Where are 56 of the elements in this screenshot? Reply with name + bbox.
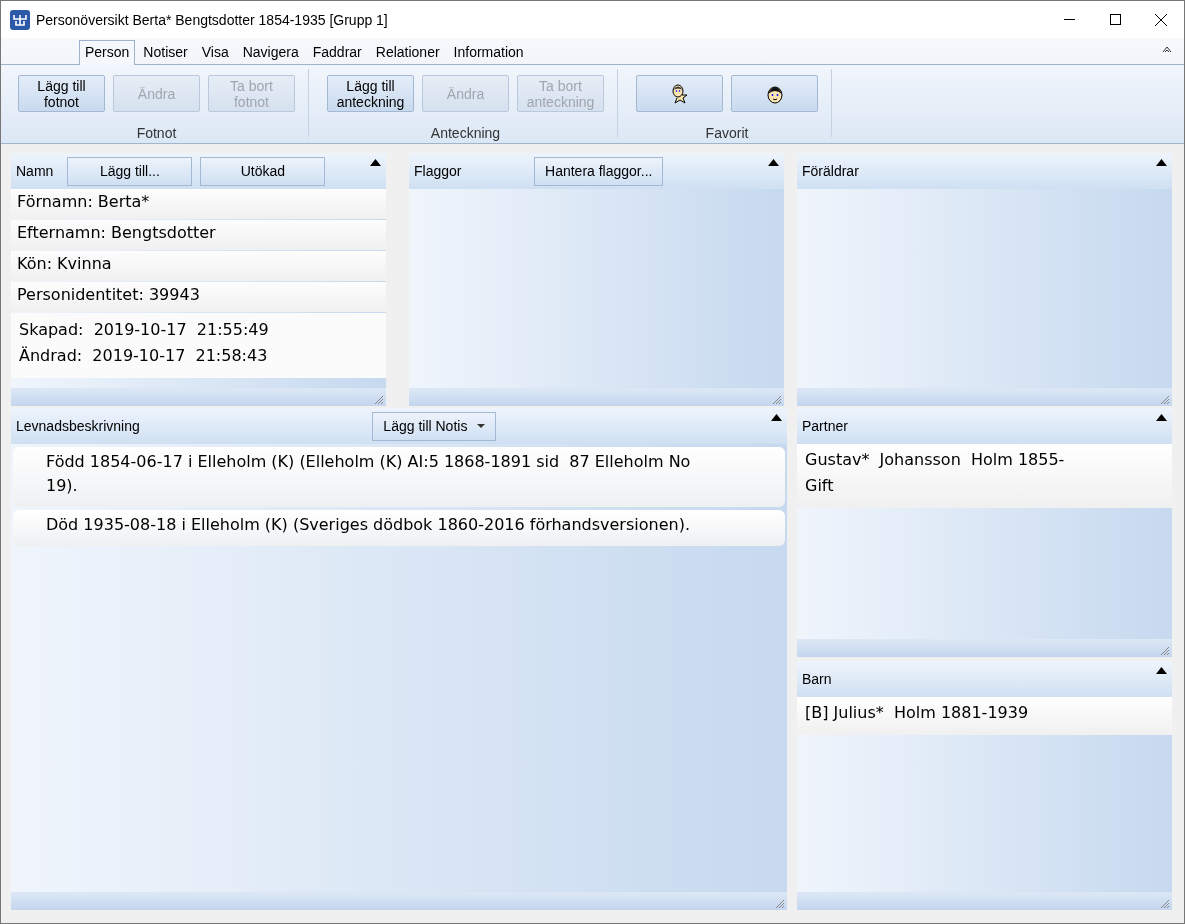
collapse-icon[interactable] (1156, 159, 1167, 166)
ribbon-tab[interactable]: Information (447, 40, 530, 64)
ribbon-tab[interactable]: Notiser (137, 40, 194, 64)
timestamp-text: Skapad: 2019-10-17 21:55:49 (19, 319, 270, 341)
app-icon (10, 9, 30, 30)
panel-title: Föräldrar (802, 163, 859, 179)
ribbon-button[interactable]: Lägg till anteckning (327, 75, 414, 112)
favorite-button[interactable] (731, 75, 818, 112)
collapse-ribbon-icon[interactable] (1162, 45, 1172, 53)
panel-title: Flaggor (414, 163, 462, 179)
life-entry: Född 1854-06-17 i Elleholm (K) (Elleholm (K) AI:5 1868-1891 sid 87 Elleholm No 19). (13, 447, 785, 507)
window-title: Personöversikt Berta* Bengtsdotter 1854-1935 [Grupp 1] (36, 11, 389, 28)
name-row: Förnamn: Berta* (11, 189, 386, 219)
maximize-icon[interactable] (1109, 14, 1121, 25)
name-row: Personidentitet: 39943 (11, 282, 386, 312)
panel-title: Levnadsbeskrivning (16, 418, 140, 434)
panel-button[interactable]: Utökad (200, 156, 326, 186)
resize-grip-icon[interactable] (1160, 395, 1169, 404)
name-row: Kön: Kvinna (11, 251, 386, 281)
ribbon-tab[interactable]: Navigera (236, 40, 305, 64)
partner-name: Gustav* Johansson Holm 1855- (805, 449, 1066, 471)
collapse-icon[interactable] (1156, 414, 1167, 421)
resize-grip-icon[interactable] (374, 395, 383, 404)
name-row: Efternamn: Bengtsdotter (11, 220, 386, 250)
resize-grip-icon[interactable] (775, 899, 784, 908)
relation-text: Gift (805, 475, 835, 497)
group-label: Anteckning (430, 125, 501, 141)
panel-button[interactable]: Lägg till... (67, 156, 193, 186)
person-star-icon (669, 83, 690, 104)
resize-grip-icon[interactable] (1160, 646, 1169, 655)
collapse-icon[interactable] (1156, 667, 1167, 674)
timestamp-text: Ändrad: 2019-10-17 21:58:43 (19, 345, 269, 367)
panel-title: Barn (802, 671, 832, 687)
life-entry: Död 1935-08-18 i Elleholm (K) (Sveriges dödbok 1860-2016 förhandsversionen). (13, 510, 785, 546)
ribbon-tab[interactable]: Person (79, 40, 136, 65)
collapse-icon[interactable] (370, 159, 381, 166)
ribbon-tab[interactable]: Faddrar (306, 40, 368, 64)
add-note-button[interactable]: Lägg till Notis (372, 411, 497, 441)
dropdown-caret-icon (477, 424, 486, 428)
ribbon-tab[interactable]: Visa (195, 40, 235, 64)
close-icon[interactable] (1155, 13, 1167, 26)
resize-grip-icon[interactable] (1160, 899, 1169, 908)
resize-grip-icon[interactable] (772, 395, 781, 404)
collapse-icon[interactable] (768, 159, 779, 166)
person-face-icon (765, 83, 784, 104)
collapse-icon[interactable] (771, 414, 782, 421)
group-label: Favorit (705, 125, 749, 141)
manage-flags-button[interactable]: Hantera flaggor... (534, 156, 664, 186)
child-entry: [B] Julius* Holm 1881-1939 (797, 697, 1172, 735)
favorite-button[interactable] (636, 75, 723, 112)
group-label: Fotnot (136, 125, 177, 141)
ribbon-button[interactable]: Lägg till fotnot (18, 75, 105, 112)
minimize-icon[interactable] (1063, 19, 1075, 20)
panel-title: Partner (802, 418, 848, 434)
ribbon-tab[interactable]: Relationer (369, 40, 446, 64)
panel-title: Namn (16, 163, 54, 179)
